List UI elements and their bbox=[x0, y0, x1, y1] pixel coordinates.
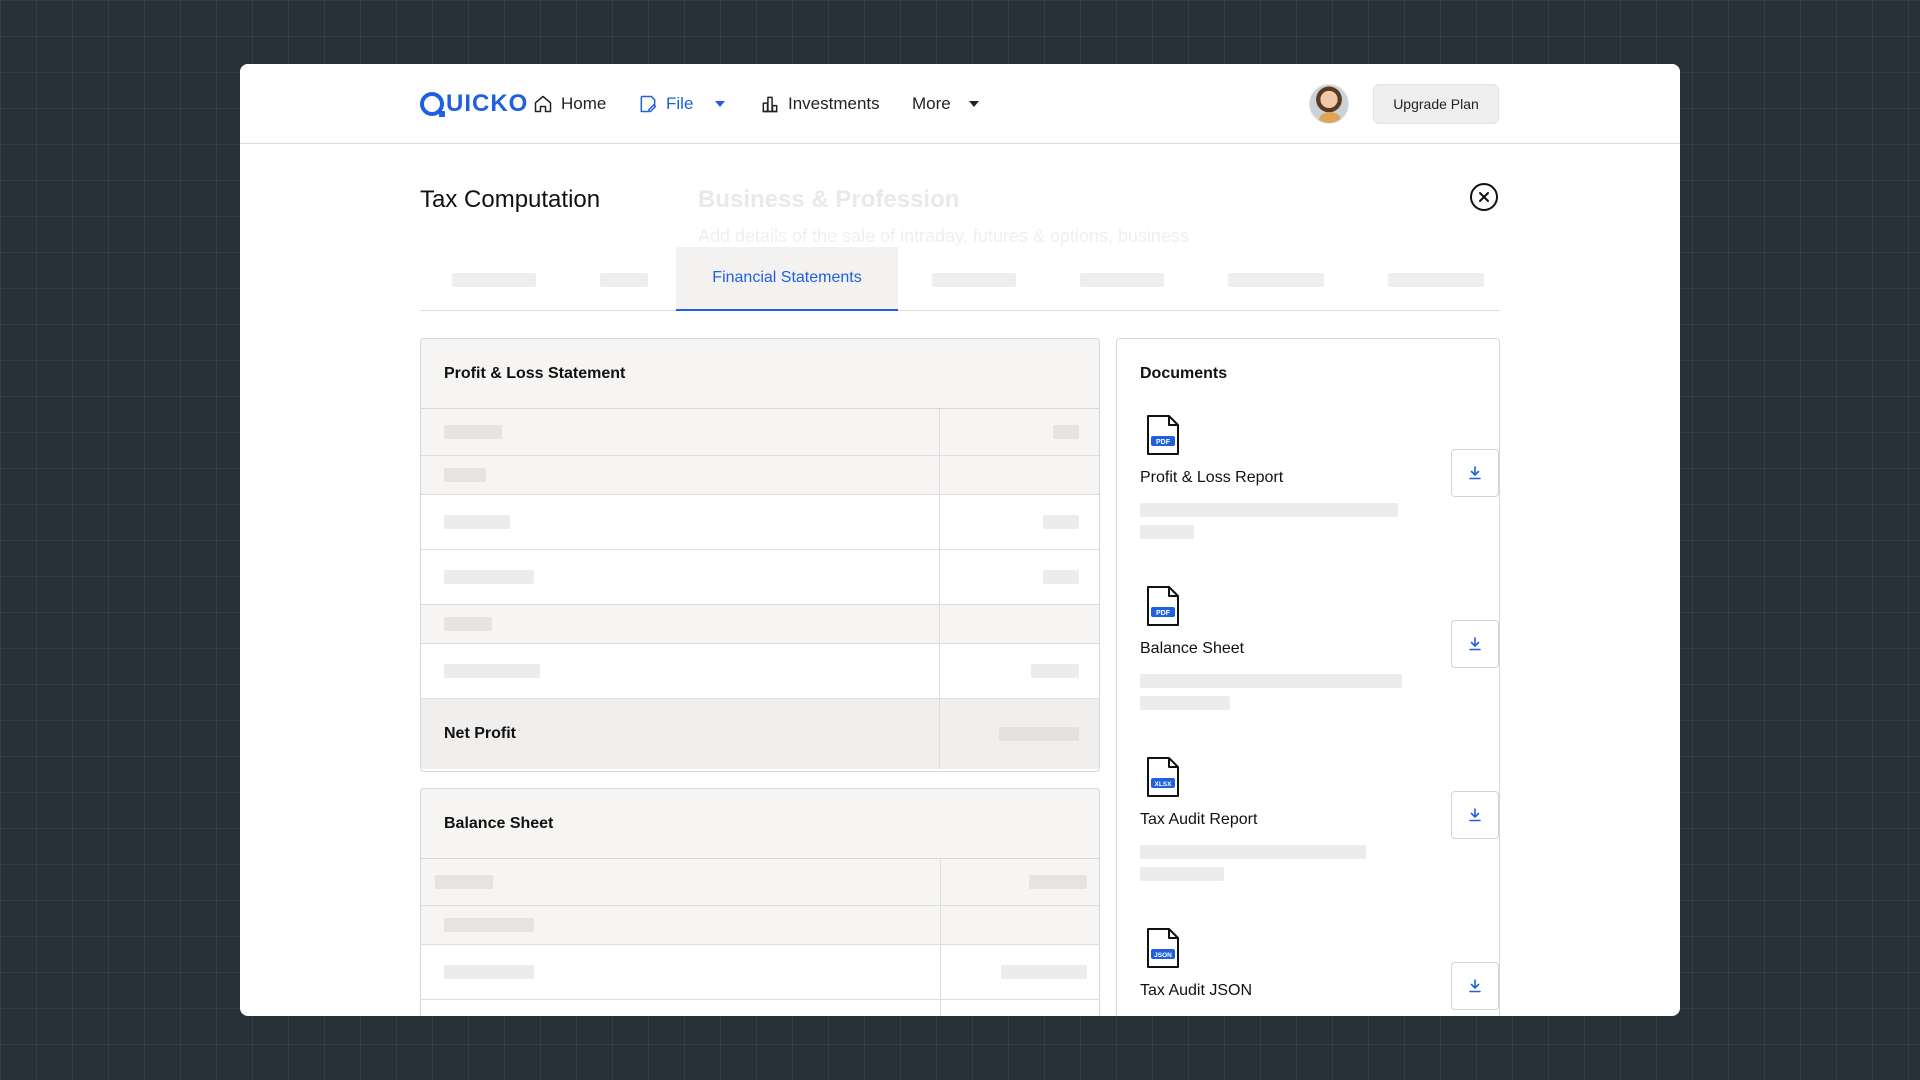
document-item: XLSX Tax Audit Report bbox=[1140, 757, 1499, 897]
logo-q-mark bbox=[420, 92, 445, 117]
download-icon bbox=[1469, 979, 1481, 993]
download-button[interactable] bbox=[1451, 791, 1499, 839]
upgrade-plan-button[interactable]: Upgrade Plan bbox=[1373, 84, 1499, 124]
nav-home-label: Home bbox=[561, 94, 607, 113]
bar-chart-icon bbox=[762, 96, 778, 113]
tab-placeholder[interactable] bbox=[452, 273, 536, 287]
home-icon bbox=[534, 95, 552, 113]
balance-sheet-title: Balance Sheet bbox=[421, 789, 1099, 859]
file-edit-icon bbox=[640, 95, 657, 113]
nav-file-label: File bbox=[666, 94, 694, 113]
background-section-subtitle: Add details of the sale of intraday, fut… bbox=[698, 226, 1189, 246]
chevron-down-icon bbox=[715, 101, 726, 107]
tab-bar: Financial Statements bbox=[420, 247, 1500, 311]
download-button[interactable] bbox=[1451, 620, 1499, 668]
app-window: UICKO Home File Investments More Upgrade… bbox=[240, 64, 1680, 1016]
table-row bbox=[421, 605, 1099, 644]
net-profit-row: Net Profit bbox=[421, 699, 1099, 769]
xlsx-file-icon: XLSX bbox=[1147, 757, 1179, 797]
logo-text: UICKO bbox=[446, 90, 529, 117]
balance-sheet-panel: Balance Sheet bbox=[420, 788, 1100, 1016]
svg-text:PDF: PDF bbox=[1156, 610, 1171, 617]
download-icon bbox=[1469, 637, 1481, 651]
quicko-logo[interactable]: UICKO bbox=[420, 90, 528, 118]
tab-financial-statements[interactable]: Financial Statements bbox=[676, 247, 898, 311]
modal-title: Tax Computation bbox=[420, 186, 601, 213]
table-row bbox=[421, 550, 1099, 605]
svg-text:XLSX: XLSX bbox=[1155, 781, 1173, 788]
net-profit-label: Net Profit bbox=[444, 725, 516, 742]
document-name: Profit & Loss Report bbox=[1140, 469, 1284, 486]
table-row bbox=[421, 456, 1099, 495]
document-item: PDF Balance Sheet bbox=[1140, 586, 1499, 726]
table-row bbox=[421, 495, 1099, 550]
tab-placeholder[interactable] bbox=[1080, 273, 1164, 287]
documents-title: Documents bbox=[1140, 365, 1228, 382]
user-avatar[interactable] bbox=[1309, 84, 1349, 124]
close-icon bbox=[1479, 192, 1489, 202]
pnl-statement-panel: Profit & Loss Statement Net Profit bbox=[420, 338, 1100, 772]
pdf-file-icon: PDF bbox=[1147, 586, 1179, 626]
download-button[interactable] bbox=[1451, 962, 1499, 1010]
svg-text:JSON: JSON bbox=[1154, 952, 1172, 959]
nav-more[interactable]: More bbox=[912, 90, 979, 118]
tab-placeholder[interactable] bbox=[1228, 273, 1324, 287]
tab-placeholder[interactable] bbox=[600, 273, 648, 287]
document-name: Tax Audit JSON bbox=[1140, 982, 1253, 999]
table-row bbox=[421, 409, 1099, 456]
nav-file[interactable]: File bbox=[638, 90, 726, 118]
close-button[interactable] bbox=[1470, 183, 1498, 211]
table-row bbox=[421, 859, 1099, 906]
chevron-down-icon bbox=[968, 101, 979, 107]
nav-investments[interactable]: Investments bbox=[760, 90, 880, 118]
table-row bbox=[421, 945, 1099, 1000]
download-button[interactable] bbox=[1451, 449, 1499, 497]
download-icon bbox=[1469, 808, 1481, 822]
pdf-file-icon: PDF bbox=[1147, 415, 1179, 455]
documents-panel: Documents PDF Profit & Loss Report PDF B… bbox=[1116, 338, 1500, 1016]
document-name: Balance Sheet bbox=[1140, 640, 1245, 657]
document-item: PDF Profit & Loss Report bbox=[1140, 415, 1499, 555]
table-row bbox=[421, 1000, 1099, 1016]
table-row bbox=[421, 644, 1099, 699]
document-name: Tax Audit Report bbox=[1140, 811, 1258, 828]
nav-more-label: More bbox=[912, 94, 951, 113]
tab-placeholder[interactable] bbox=[1388, 273, 1484, 287]
download-icon bbox=[1469, 466, 1481, 480]
svg-text:PDF: PDF bbox=[1156, 439, 1171, 446]
pnl-title: Profit & Loss Statement bbox=[421, 339, 1099, 409]
top-header: UICKO Home File Investments More Upgrade… bbox=[240, 64, 1680, 144]
tab-placeholder[interactable] bbox=[932, 273, 1016, 287]
document-item: JSON Tax Audit JSON bbox=[1140, 928, 1499, 1016]
nav-home[interactable]: Home bbox=[533, 90, 606, 118]
json-file-icon: JSON bbox=[1147, 928, 1179, 968]
table-row bbox=[421, 906, 1099, 945]
background-section-title: Business & Profession bbox=[698, 186, 960, 213]
nav-investments-label: Investments bbox=[788, 94, 880, 113]
